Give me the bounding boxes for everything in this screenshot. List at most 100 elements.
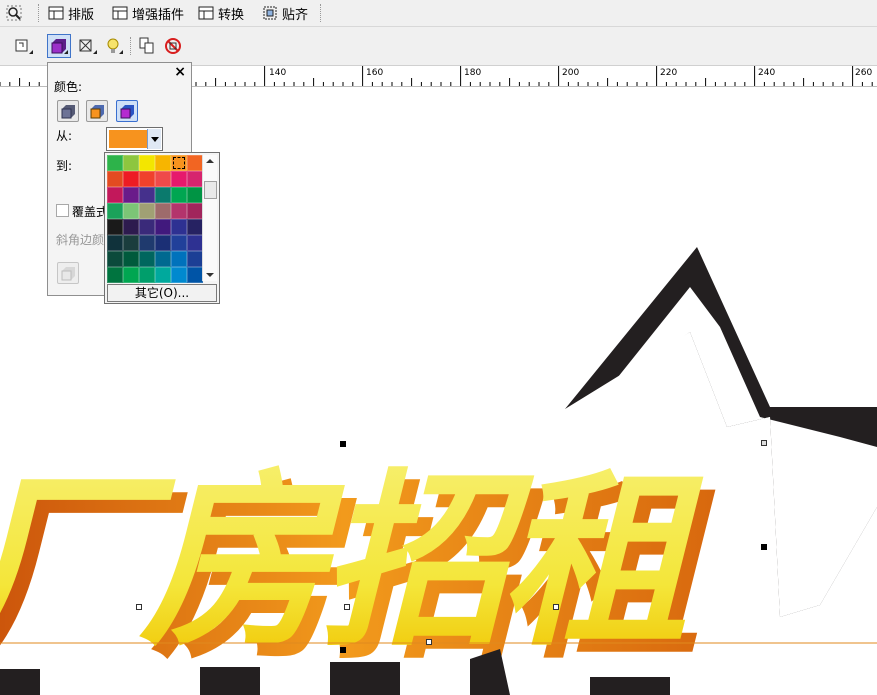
lightbulb-icon: [107, 38, 123, 54]
overlay-checkbox[interactable]: [56, 204, 69, 217]
color-swatch[interactable]: [155, 155, 171, 171]
color-swatch[interactable]: [187, 219, 203, 235]
zoom-tool[interactable]: [6, 3, 22, 23]
toolbar-separator: [130, 37, 132, 55]
color-swatch[interactable]: [171, 267, 187, 283]
from-color-picker[interactable]: [106, 127, 163, 151]
color-swatch[interactable]: [139, 203, 155, 219]
chevron-down-icon[interactable]: [147, 129, 161, 149]
close-icon[interactable]: ×: [174, 64, 186, 80]
color-swatch[interactable]: [171, 171, 187, 187]
color-swatch[interactable]: [171, 219, 187, 235]
from-label: 从:: [56, 129, 73, 143]
color-swatch[interactable]: [187, 203, 203, 219]
color-swatch[interactable]: [123, 219, 139, 235]
colored-cube-icon: [90, 105, 104, 119]
color-swatch[interactable]: [123, 187, 139, 203]
extrude-bevel-button[interactable]: [76, 34, 100, 58]
color-swatch[interactable]: [187, 267, 203, 283]
color-swatch[interactable]: [155, 187, 171, 203]
color-swatch[interactable]: [155, 171, 171, 187]
color-swatch[interactable]: [187, 235, 203, 251]
use-color-shading-button[interactable]: [116, 100, 138, 122]
color-swatch[interactable]: [171, 235, 187, 251]
color-swatch[interactable]: [123, 235, 139, 251]
menu-layout[interactable]: 排版: [48, 3, 94, 23]
menu-convert[interactable]: 转换: [198, 3, 244, 23]
toolbar-separator: [38, 4, 40, 22]
color-swatch[interactable]: [155, 251, 171, 267]
color-swatch[interactable]: [107, 203, 123, 219]
color-swatch[interactable]: [123, 155, 139, 171]
bevel-apply-button[interactable]: [57, 262, 79, 284]
color-swatch[interactable]: [139, 267, 155, 283]
to-label: 到:: [56, 159, 73, 173]
extrude-color-button[interactable]: [47, 34, 71, 58]
color-swatch[interactable]: [155, 267, 171, 283]
other-colors-button[interactable]: 其它(O)...: [107, 284, 217, 302]
zoom-icon: [6, 5, 22, 21]
bevel-color-label: 斜角边颜: [56, 233, 105, 247]
ruler-label: 260: [855, 68, 873, 78]
node-handle[interactable]: [553, 604, 559, 610]
copy-extrude-button[interactable]: [136, 34, 160, 58]
extrude-preset-button[interactable]: [12, 34, 36, 58]
color-swatch[interactable]: [139, 171, 155, 187]
color-swatch[interactable]: [187, 171, 203, 187]
color-swatch[interactable]: [187, 251, 203, 267]
scroll-up-icon[interactable]: [206, 159, 214, 163]
use-solid-color-button[interactable]: [86, 100, 108, 122]
color-swatch[interactable]: [107, 251, 123, 267]
top-toolbar: 排版 增强插件 转换 贴齐: [0, 0, 877, 27]
ruler-label: 240: [758, 68, 776, 78]
property-bar: [0, 27, 877, 66]
color-swatch[interactable]: [139, 219, 155, 235]
selection-handle[interactable]: [761, 544, 767, 550]
menu-plugins[interactable]: 增强插件: [112, 3, 184, 23]
color-swatch[interactable]: [155, 235, 171, 251]
bevel-icon: [79, 39, 97, 54]
color-swatch[interactable]: [171, 155, 187, 171]
menu-snap-label: 贴齐: [282, 7, 309, 23]
clear-extrude-button[interactable]: [162, 34, 186, 58]
color-swatch[interactable]: [123, 171, 139, 187]
color-swatch[interactable]: [123, 267, 139, 283]
color-swatch[interactable]: [107, 187, 123, 203]
color-swatch[interactable]: [139, 235, 155, 251]
color-swatch[interactable]: [155, 203, 171, 219]
color-swatch[interactable]: [155, 219, 171, 235]
color-swatch[interactable]: [139, 251, 155, 267]
extrude-lighting-button[interactable]: [102, 34, 126, 58]
menu-snap[interactable]: 贴齐: [262, 3, 308, 23]
color-swatch[interactable]: [187, 155, 203, 171]
color-swatch[interactable]: [107, 267, 123, 283]
use-object-fill-button[interactable]: [57, 100, 79, 122]
color-swatch[interactable]: [139, 155, 155, 171]
node-handle[interactable]: [761, 440, 767, 446]
cube-icon: [61, 267, 75, 281]
color-swatch[interactable]: [171, 251, 187, 267]
palette-scrollbar[interactable]: [202, 155, 217, 281]
color-swatch[interactable]: [187, 187, 203, 203]
selection-handle[interactable]: [340, 647, 346, 653]
color-swatch[interactable]: [171, 203, 187, 219]
selection-handle[interactable]: [340, 441, 346, 447]
node-handle[interactable]: [426, 639, 432, 645]
color-swatch[interactable]: [123, 251, 139, 267]
color-swatch[interactable]: [107, 155, 123, 171]
scroll-thumb[interactable]: [204, 181, 217, 199]
color-swatch[interactable]: [107, 235, 123, 251]
solid-cube-icon: [61, 105, 75, 119]
node-handle[interactable]: [136, 604, 142, 610]
clear-icon: [165, 38, 181, 54]
scroll-down-icon[interactable]: [206, 273, 214, 277]
color-swatch[interactable]: [107, 171, 123, 187]
color-swatch[interactable]: [139, 187, 155, 203]
ruler-label: 200: [562, 68, 580, 78]
color-swatch[interactable]: [171, 187, 187, 203]
menu-plugins-label: 增强插件: [132, 7, 185, 23]
toolbar-separator: [320, 4, 322, 22]
color-swatch[interactable]: [107, 219, 123, 235]
color-swatch[interactable]: [123, 203, 139, 219]
node-handle[interactable]: [344, 604, 350, 610]
